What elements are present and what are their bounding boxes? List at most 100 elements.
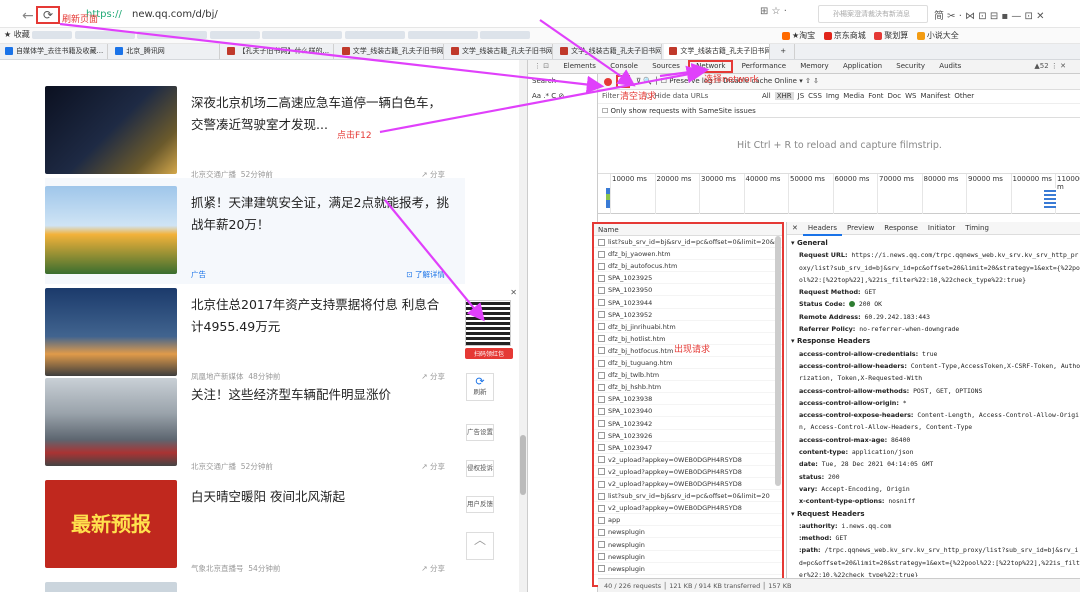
request-headers-section[interactable]: ▾ Request Headers [791, 508, 1080, 520]
tab-memory[interactable]: Memory [794, 60, 834, 73]
request-row[interactable]: dfz_bj_twlb.htm [594, 369, 782, 382]
request-row[interactable]: dfz_bj_tuguang.htm [594, 357, 782, 369]
bookmark-taobao[interactable]: ★淘宝 [782, 31, 815, 40]
filter-other[interactable]: Other [954, 92, 974, 100]
request-row[interactable]: newsplugin [594, 563, 782, 575]
page-scrollbar-thumb[interactable] [520, 435, 526, 495]
filter-ws[interactable]: WS [905, 92, 916, 100]
new-tab-button[interactable]: + [773, 44, 795, 59]
tab-preview[interactable]: Preview [842, 222, 879, 234]
tab-5[interactable]: 文学_线装古籍_孔夫子旧书网 [555, 44, 663, 59]
news-title[interactable]: 北京住总2017年资产支持票据将付息 利息合计4955.49万元 [191, 294, 451, 338]
share-button[interactable]: ↗ 分享 [421, 563, 445, 574]
close-detail-icon[interactable]: ✕ [787, 222, 803, 234]
filter-css[interactable]: CSS [808, 92, 822, 100]
share-button[interactable]: ↗ 分享 [421, 461, 445, 472]
request-list-scrollbar[interactable] [775, 236, 781, 486]
tab-audits[interactable]: Audits [933, 60, 967, 73]
request-row[interactable]: SPA_1023938 [594, 393, 782, 406]
request-row[interactable]: v2_upload?appkey=0WEB0DGPH4R5YD8 [594, 502, 782, 515]
devtools-menu-icon[interactable]: ⋮ ⊡ [528, 60, 555, 73]
qr-widget[interactable]: ✕ 扫码领红包 [465, 288, 517, 360]
request-row[interactable]: SPA_1023940 [594, 405, 782, 418]
request-row[interactable]: SPA_1023952 [594, 309, 782, 321]
tab-3[interactable]: 文学_线装古籍_孔夫子旧书网 [337, 44, 444, 59]
bookmarks-label[interactable]: ★ 收藏 [4, 29, 531, 40]
tab-sources[interactable]: Sources [646, 60, 686, 73]
page-scrollbar[interactable] [519, 60, 527, 592]
reload-icon[interactable]: ⟳ [36, 6, 60, 24]
request-row[interactable]: dfz_bj_yaowen.htm [594, 248, 782, 261]
news-item-ad[interactable]: 抓紧！天津建筑安全证，满足2点就能报考，挑战年薪20万！ 广告 ⊡ 了解详情 [45, 178, 465, 284]
request-row[interactable]: dfz_bj_autofocus.htm [594, 260, 782, 273]
request-row[interactable]: newsplugin [594, 551, 782, 563]
request-row[interactable]: dfz_bj_hshb.htm [594, 381, 782, 394]
tab-initiator[interactable]: Initiator [923, 222, 960, 234]
request-row[interactable]: dfz_bj_jinrihuabi.htm [594, 321, 782, 333]
news-title[interactable]: 白天晴空暖阳 夜间北风渐起 [191, 486, 451, 508]
search-input[interactable]: 孙楊案澄清裁決有新消息 [818, 5, 928, 23]
request-row[interactable]: app [594, 514, 782, 527]
url-input[interactable]: new.qq.com/d/bj/ [132, 9, 218, 20]
filter-img[interactable]: Img [826, 92, 839, 100]
news-title[interactable]: 深夜北京机场二高速应急车道停一辆白色车，交警凑近驾驶室才发现... [191, 92, 451, 136]
back-icon[interactable]: ← [22, 8, 34, 24]
bookmark-jd[interactable]: 京东商城 [823, 31, 866, 40]
filter-font[interactable]: Font [868, 92, 883, 100]
response-headers-section[interactable]: ▾ Response Headers [791, 335, 1080, 347]
tab-security[interactable]: Security [890, 60, 931, 73]
request-row[interactable]: SPA_1023950 [594, 284, 782, 297]
filter-doc[interactable]: Doc [888, 92, 902, 100]
request-row[interactable]: list?sub_srv_id=bj&srv_id=pc&offset=0&li… [594, 236, 782, 248]
filter-js[interactable]: JS [798, 92, 805, 100]
name-column-header[interactable]: Name [594, 224, 782, 236]
report-button[interactable]: 侵权投诉 [466, 460, 494, 477]
request-row[interactable]: v2_upload?appkey=0WEB0DGPH4R5YD8 [594, 478, 782, 490]
timeline-overview[interactable]: 10000 ms 20000 ms 30000 ms 40000 ms 50000 ms… [598, 174, 1080, 214]
tab-application[interactable]: Application [837, 60, 888, 73]
tab-timing[interactable]: Timing [960, 222, 994, 234]
bookmark-novels[interactable]: 小说大全 [916, 31, 959, 40]
request-row[interactable]: newsplugin [594, 526, 782, 539]
back-to-top-icon[interactable]: ︿ [466, 532, 494, 560]
close-icon[interactable]: ✕ [510, 288, 517, 297]
news-item[interactable]: 深夜北京机场二高速应急车道停一辆白色车，交警凑近驾驶室才发现... 北京交通广播… [45, 78, 465, 184]
feedback-button[interactable]: 用户反馈 [466, 496, 494, 513]
tab-2[interactable]: 【孔夫子旧书网】什么样的... [222, 44, 335, 59]
request-row[interactable]: v2_upload?appkey=0WEB0DGPH4R5YD8 [594, 466, 782, 478]
tab-headers[interactable]: Headers [802, 222, 843, 236]
request-row[interactable]: v2_upload?appkey=0WEB0DGPH4R5YD8 [594, 454, 782, 466]
filter-manifest[interactable]: Manifest [920, 92, 950, 100]
refresh-button[interactable]: ⟳ 刷新 [466, 373, 494, 401]
general-section[interactable]: ▾ General [791, 237, 1080, 249]
news-item[interactable]: 最新预报 白天晴空暖阳 夜间北风渐起 气象北京直播号 54分钟前 ↗ 分享 [45, 472, 465, 578]
request-row[interactable]: list?sub_srv_id=bj&srv_id=pc&offset=0&li… [594, 490, 782, 503]
tab-console[interactable]: Console [604, 60, 644, 73]
tab-1[interactable]: 北京_腾讯网 [110, 44, 221, 59]
request-row[interactable]: SPA_1023925 [594, 272, 782, 285]
request-row[interactable]: SPA_1023947 [594, 442, 782, 454]
request-row[interactable]: SPA_1023944 [594, 297, 782, 309]
filter-xhr[interactable]: XHR [774, 92, 794, 100]
search-options[interactable]: Aa .* C ⊘ [532, 92, 564, 100]
tab-0[interactable]: 自媒体学_去往书籍及收藏... [0, 44, 108, 59]
tab-6[interactable]: 文学_线装古籍_孔夫子旧书网 [664, 44, 771, 59]
request-row[interactable]: SPA_1023926 [594, 430, 782, 442]
tab-4[interactable]: 文学_线装古籍_孔夫子旧书网 [446, 44, 553, 59]
bookmark-juhuasuan[interactable]: 聚划算 [874, 31, 908, 40]
clear-icon[interactable]: ⊘ [616, 75, 630, 88]
search-label[interactable]: Search [532, 77, 556, 85]
toolbar-icons[interactable]: 简 ✂ · ⋈ ⊡ ⊟ ▪ — ⊡ ✕ [934, 7, 1044, 22]
request-row[interactable]: SPA_1023942 [594, 418, 782, 430]
learn-more-link[interactable]: ⊡ 了解详情 [406, 269, 445, 280]
news-title[interactable]: 抓紧！天津建筑安全证，满足2点就能报考，挑战年薪20万！ [191, 192, 451, 236]
ad-settings-button[interactable]: 广告设置 [466, 424, 494, 441]
request-row[interactable]: newsplugin [594, 539, 782, 551]
record-icon[interactable] [604, 78, 612, 86]
devtools-warnings[interactable]: ▲52 ⋮ ✕ [1034, 62, 1066, 70]
tab-elements[interactable]: Elements [557, 60, 602, 73]
filter-all[interactable]: All [762, 92, 771, 100]
address-actions[interactable]: ⊞ ☆ · [760, 6, 787, 17]
tab-response[interactable]: Response [879, 222, 923, 234]
samesite-checkbox[interactable]: ☐ Only show requests with SameSite issue… [598, 104, 1080, 118]
